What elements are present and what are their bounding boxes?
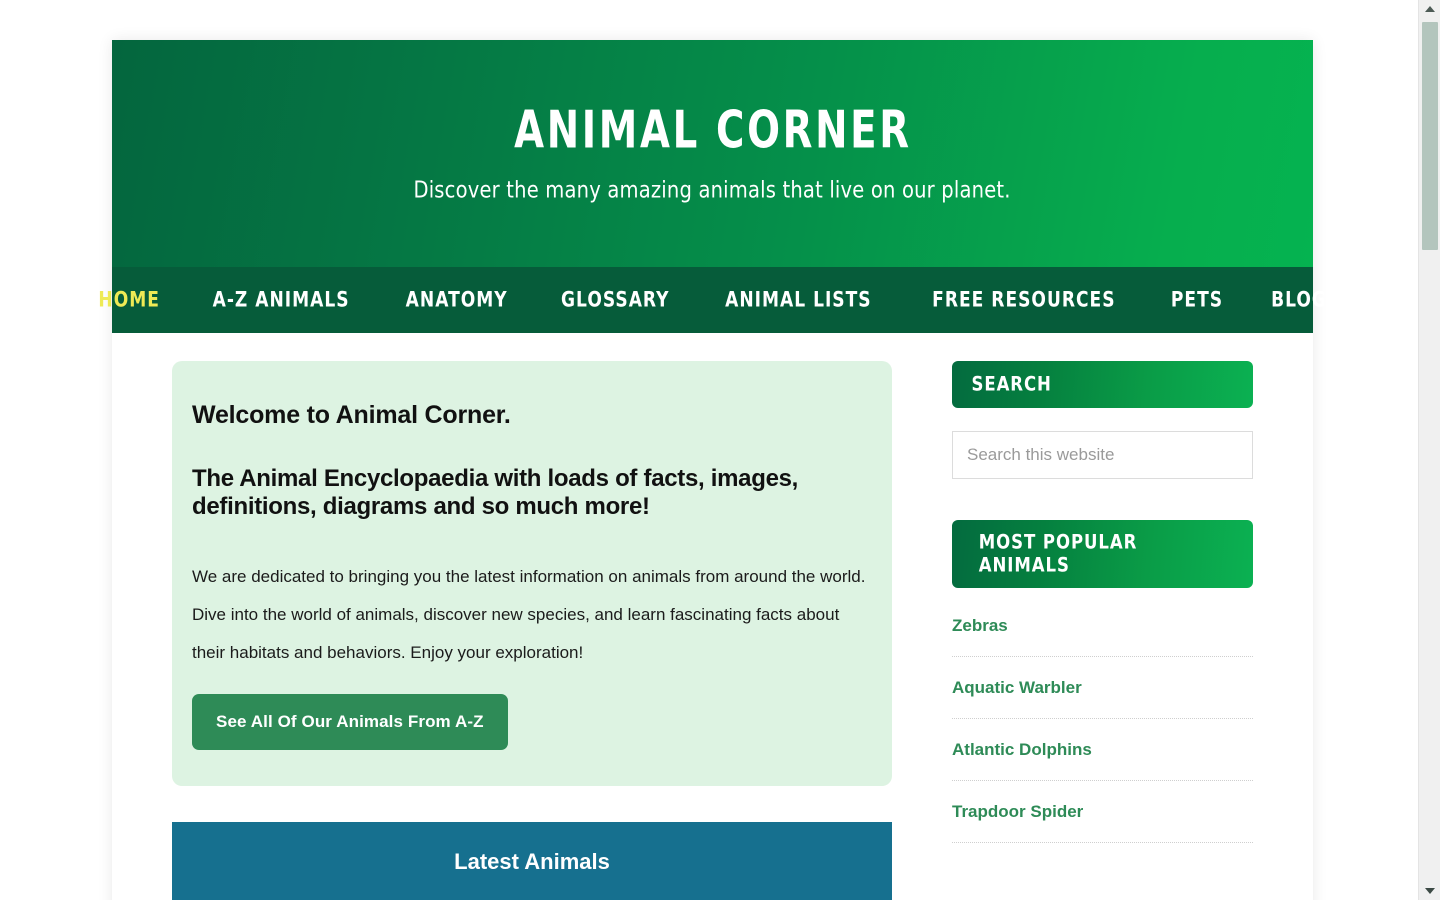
nav-item-animal-lists[interactable]: ANIMAL LISTS [707,288,891,312]
most-popular-widget-title-text: MOST POPULAR ANIMALS [978,531,1138,577]
welcome-heading: Welcome to Animal Corner. [192,401,511,429]
scroll-down-arrow-icon[interactable] [1419,882,1440,900]
popular-animal-link-trapdoor-spider[interactable]: Trapdoor Spider [952,802,1083,821]
popular-animal-link-atlantic-dolphins[interactable]: Atlantic Dolphins [952,740,1092,759]
main-column: Welcome to Animal Corner. The Animal Enc… [172,361,892,900]
nav-item-pets[interactable]: PETS [1152,288,1242,312]
triangle-up-icon [1424,6,1435,12]
nav-item-a-z-animals[interactable]: A-Z ANIMALS [194,288,369,312]
page-scrollbar[interactable] [1418,0,1440,900]
sidebar: SEARCH MOST POPULAR ANIMALS Zebras Aq [952,361,1253,900]
search-input[interactable] [952,431,1253,479]
list-item: Aquatic Warbler [952,657,1253,719]
scrollbar-thumb[interactable] [1422,22,1438,250]
search-widget-title-text: SEARCH [971,373,1052,396]
site-masthead: ANIMAL CORNER Discover the many amazing … [112,40,1313,267]
list-item: Trapdoor Spider [952,781,1253,843]
popular-animal-link-aquatic-warbler[interactable]: Aquatic Warbler [952,678,1082,697]
nav-item-free-resources[interactable]: FREE RESOURCES [913,288,1134,312]
welcome-subheading: The Animal Encyclopaedia with loads of f… [192,465,799,521]
list-item: Atlantic Dolphins [952,719,1253,781]
popular-animal-link-zebras[interactable]: Zebras [952,616,1008,635]
welcome-card: Welcome to Animal Corner. The Animal Enc… [172,361,892,787]
nav-item-blog[interactable]: BLOG [1252,288,1346,312]
see-all-animals-button[interactable]: See All Of Our Animals From A-Z [192,694,508,751]
latest-animals-section: Latest Animals [172,822,892,900]
triangle-down-icon [1424,888,1435,894]
scroll-up-arrow-icon[interactable] [1419,0,1440,18]
most-popular-widget-title: MOST POPULAR ANIMALS [952,520,1253,588]
primary-navigation: HOME A-Z ANIMALS ANATOMY GLOSSARY ANIMAL… [99,267,1326,333]
nav-item-home[interactable]: HOME [80,288,179,312]
site-container: ANIMAL CORNER Discover the many amazing … [99,40,1326,900]
site-title[interactable]: ANIMAL CORNER [514,100,912,160]
most-popular-animals-widget: MOST POPULAR ANIMALS Zebras Aquatic Warb… [952,520,1253,843]
nav-item-anatomy[interactable]: ANATOMY [386,288,526,312]
site-tagline: Discover the many amazing animals that l… [413,177,1012,203]
nav-item-glossary[interactable]: GLOSSARY [542,288,688,312]
latest-animals-title: Latest Animals [172,822,892,900]
browser-viewport: ANIMAL CORNER Discover the many amazing … [0,0,1418,900]
list-item: Zebras [952,595,1253,657]
popular-animals-list: Zebras Aquatic Warbler Atlantic Dolphins… [952,588,1253,843]
search-widget-title: SEARCH [952,361,1253,408]
search-widget: SEARCH [952,361,1253,479]
content-area: Welcome to Animal Corner. The Animal Enc… [112,333,1313,900]
widget-spacer [952,479,1253,520]
welcome-paragraph: We are dedicated to bringing you the lat… [192,566,866,663]
